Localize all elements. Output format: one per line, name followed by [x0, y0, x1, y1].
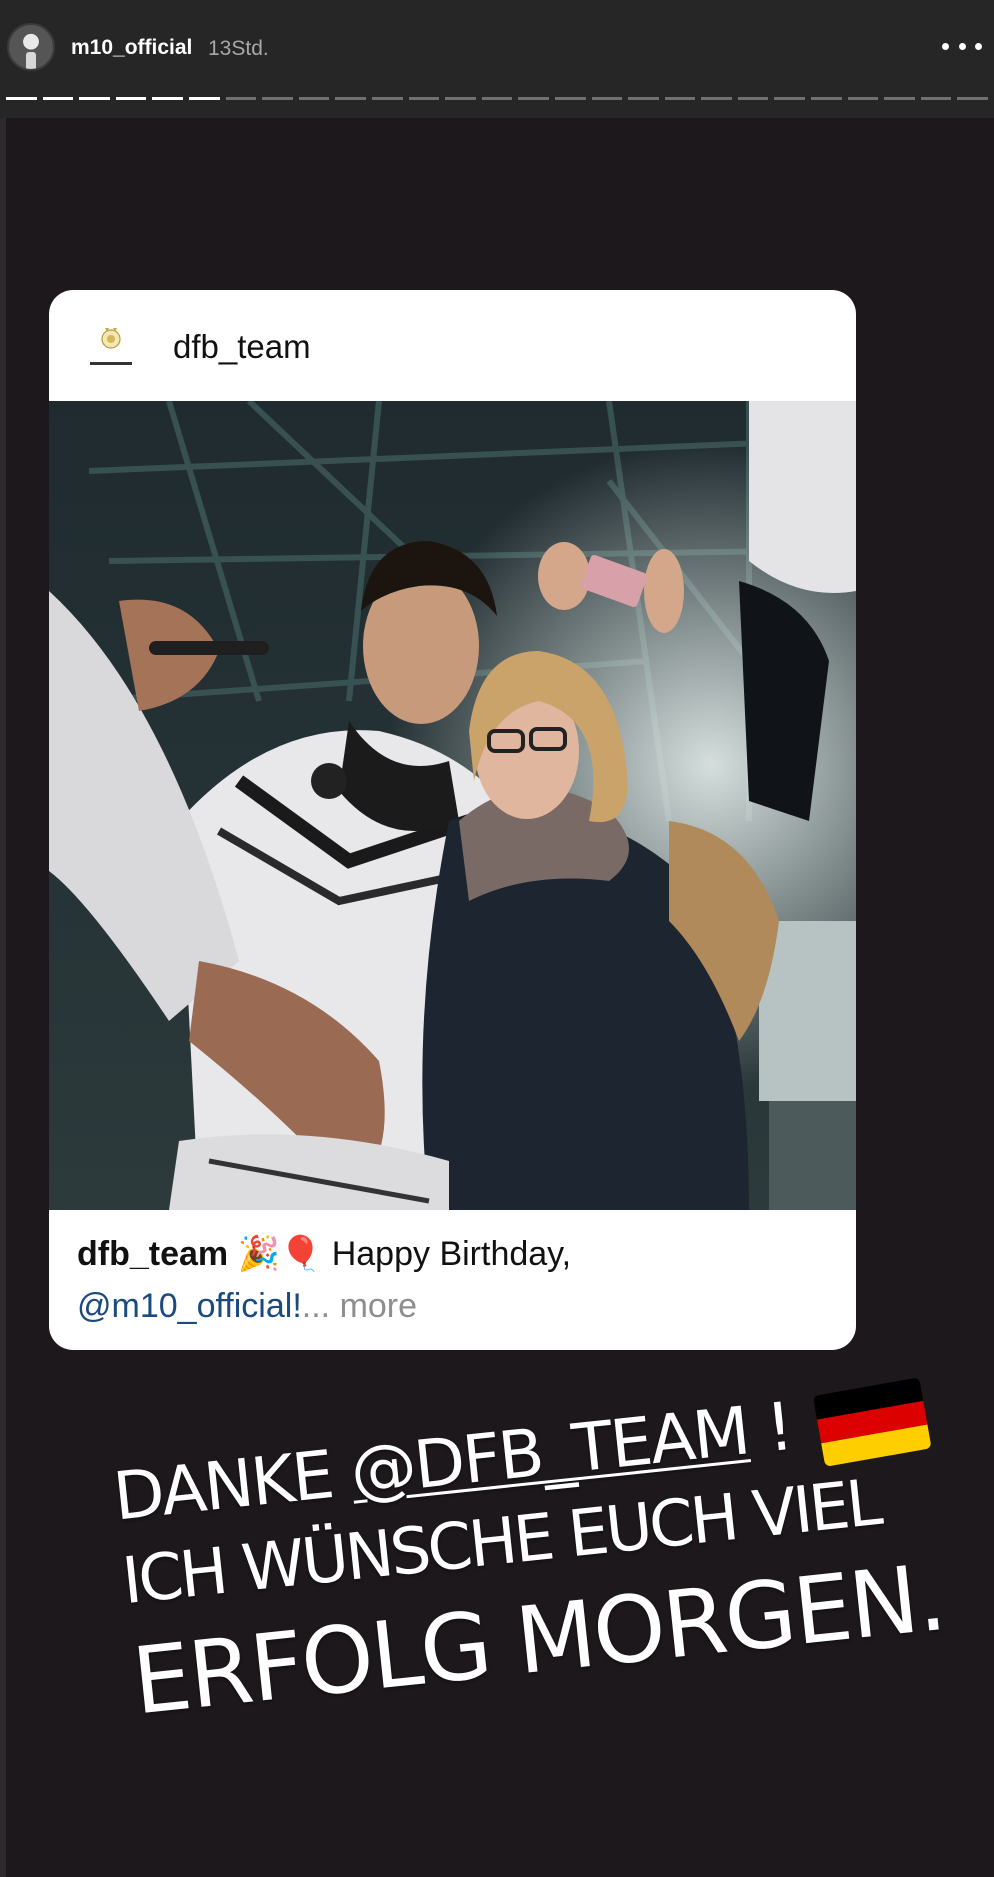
progress-segment: [6, 97, 37, 100]
caption-username[interactable]: dfb_team: [77, 1235, 228, 1273]
avatar[interactable]: [7, 23, 55, 71]
dfb-crest-icon: [90, 328, 132, 365]
post-photo[interactable]: [49, 401, 856, 1210]
progress-segment: [737, 97, 769, 100]
progress-segment: [262, 97, 293, 100]
caption-mention[interactable]: @m10_official!: [77, 1287, 302, 1325]
progress-segment: [152, 97, 183, 100]
progress-segment: [79, 97, 110, 100]
caption-emoji: 🎉🎈: [237, 1235, 323, 1273]
post-image: [49, 401, 856, 1210]
post-header: dfb_team: [49, 290, 856, 401]
progress-segment: [408, 97, 440, 100]
progress-segment: [188, 97, 220, 100]
progress-segment: [847, 97, 879, 100]
more-options-button[interactable]: [942, 34, 982, 58]
progress-segment: [884, 97, 915, 100]
progress-segment: [481, 97, 513, 100]
progress-segment: [701, 97, 732, 100]
caption-text: Happy Birthday,: [322, 1235, 572, 1273]
overlay-suffix: !: [743, 1387, 795, 1469]
progress-segment: [42, 97, 74, 100]
progress-segment: [445, 97, 476, 100]
progress-segment: [591, 97, 623, 100]
caption-more-link[interactable]: ... more: [302, 1287, 417, 1325]
progress-segment: [774, 97, 806, 100]
story-username[interactable]: m10_official: [71, 36, 192, 60]
overlay-prefix: Danke: [109, 1434, 355, 1536]
story-content[interactable]: dfb_team dfb_team 🎉🎈 Happy Birthday, @m1…: [0, 118, 994, 1877]
progress-segment: [371, 97, 403, 100]
story-text-overlay: Danke @DFB_TEAM ! Ich wünsche euch viel …: [109, 1377, 949, 1735]
progress-segment: [628, 97, 659, 100]
post-caption: dfb_team 🎉🎈 Happy Birthday, @m10_officia…: [77, 1228, 837, 1332]
shared-post-card[interactable]: dfb_team dfb_team 🎉🎈 Happy Birthday, @m1…: [49, 290, 856, 1350]
germany-flag-icon: [812, 1377, 932, 1467]
progress-segment: [225, 97, 257, 100]
more-horizontal-icon: [942, 42, 949, 50]
progress-segment: [298, 97, 330, 100]
post-username[interactable]: dfb_team: [173, 328, 311, 366]
progress-segment: [115, 97, 147, 100]
story-timestamp: 13Std.: [208, 37, 269, 60]
progress-segment: [664, 97, 696, 100]
progress-segment: [335, 97, 366, 100]
progress-segment: [811, 97, 842, 100]
progress-segment: [920, 97, 952, 100]
progress-segment: [518, 97, 549, 100]
story-progress-bar: [6, 97, 989, 101]
progress-segment: [957, 97, 989, 100]
progress-segment: [554, 97, 586, 100]
story-header: m10_official 13Std.: [0, 0, 994, 118]
